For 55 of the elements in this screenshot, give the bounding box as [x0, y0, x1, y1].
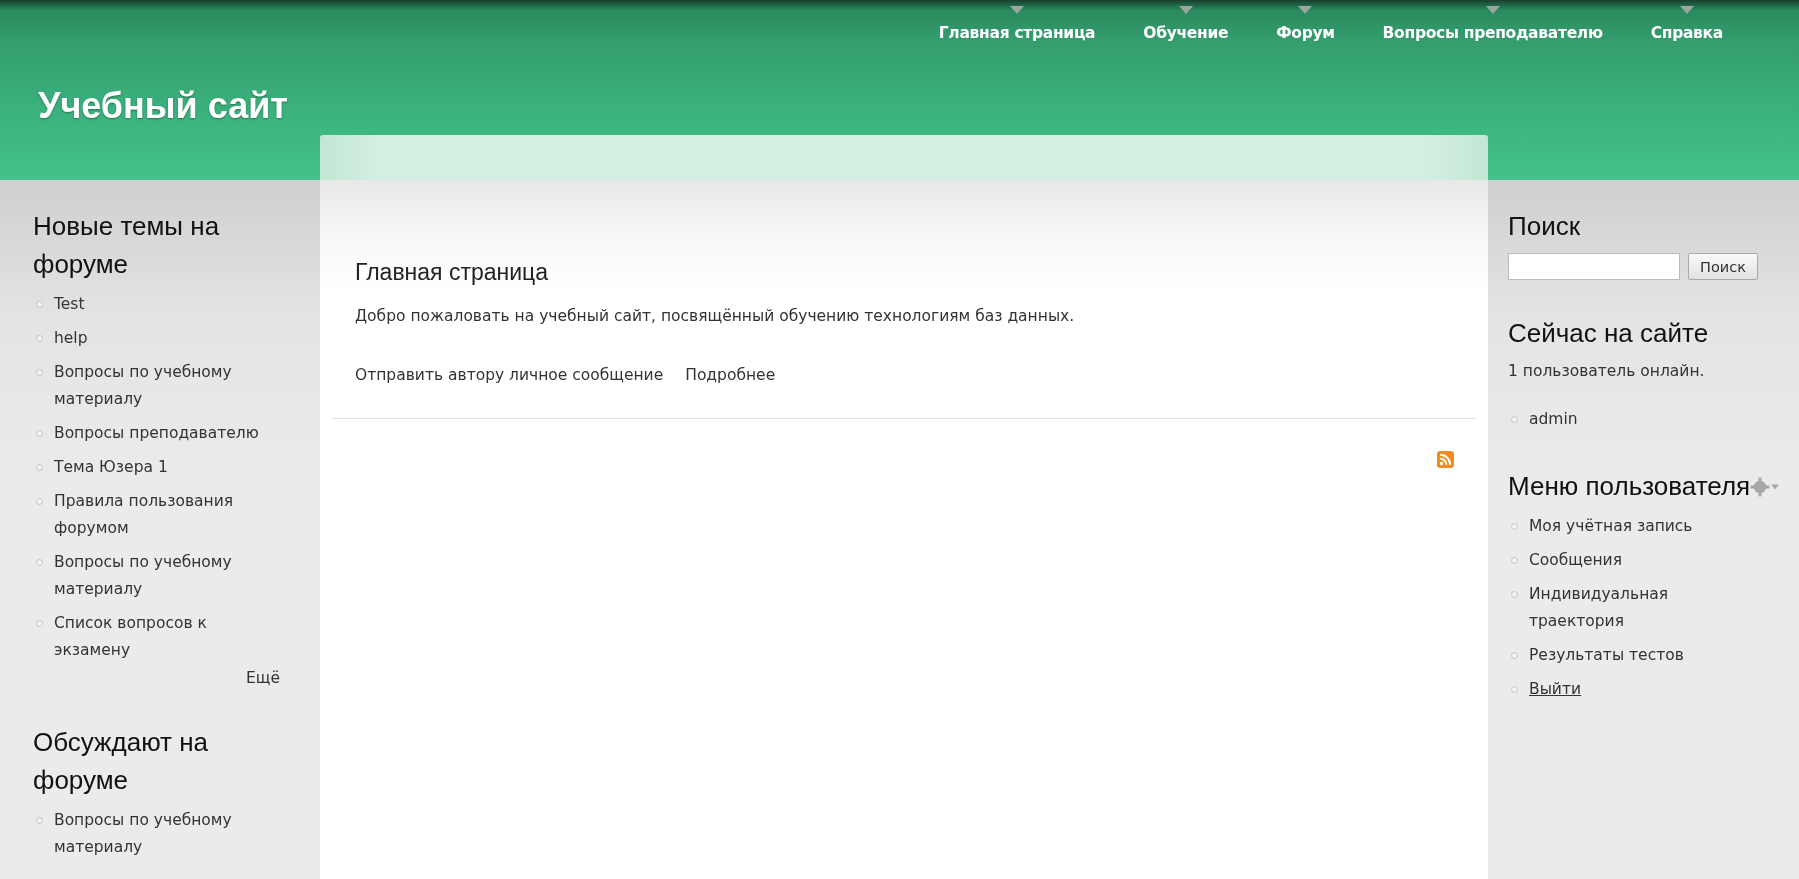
bullet-icon — [36, 559, 43, 566]
online-count: 1 пользователь онлайн. — [1508, 361, 1706, 382]
nav-link[interactable]: Вопросы преподавателю — [1358, 0, 1627, 62]
caret-icon — [1010, 6, 1025, 14]
bullet-icon — [36, 301, 43, 308]
forum-topic-link[interactable]: Вопросы по учебному материалу — [54, 549, 279, 603]
bullet-icon — [1511, 591, 1518, 598]
bullet-icon — [36, 430, 43, 437]
more-link[interactable]: Ещё — [246, 669, 280, 687]
block-heading: Новые темы на форуме — [33, 210, 221, 281]
bullet-icon — [36, 498, 43, 505]
bullet-icon — [36, 369, 43, 376]
user-link[interactable]: admin — [1529, 406, 1765, 433]
bullet-icon — [1511, 686, 1518, 693]
block-heading: Сейчас на сайте — [1508, 317, 1709, 350]
node-link[interactable]: Подробнее — [685, 364, 776, 386]
forum-topic-link[interactable]: Вопросы преподавателю — [54, 420, 279, 447]
forum-topic-link[interactable]: Вопросы по учебному материалу — [54, 359, 279, 413]
bullet-icon — [1511, 652, 1518, 659]
block-heading: Меню пользователя — [1508, 470, 1751, 503]
welcome-text: Добро пожаловать на учебный сайт, посвящённый обучению технологиям баз данных. — [355, 306, 1076, 327]
page-heading: Главная страница — [355, 258, 550, 287]
caret-icon — [1485, 6, 1500, 14]
user-menu-link[interactable]: Выйти — [1529, 676, 1765, 703]
caret-icon — [1298, 6, 1313, 14]
caret-icon — [1178, 6, 1193, 14]
user-menu-link[interactable]: Индивидуальная траектория — [1529, 581, 1765, 635]
nav-link[interactable]: Обучение — [1119, 0, 1253, 62]
nav-link[interactable]: Главная страница — [914, 0, 1120, 62]
user-menu-link[interactable]: Результаты тестов — [1529, 642, 1765, 669]
caret-icon — [1679, 6, 1694, 14]
search-button[interactable]: Поиск — [1688, 253, 1758, 280]
forum-topic-link[interactable]: Вопросы по учебному материалу — [54, 807, 279, 861]
rss-icon[interactable] — [1437, 451, 1454, 468]
forum-topic-link[interactable]: Правила пользования форумом — [54, 488, 279, 542]
node-link[interactable]: Отправить автору личное сообщение — [355, 364, 664, 386]
user-menu-link[interactable]: Моя учётная запись — [1529, 513, 1765, 540]
bullet-icon — [36, 464, 43, 471]
nav-link[interactable]: Форум — [1252, 0, 1359, 62]
gear-icon[interactable] — [1750, 477, 1781, 497]
block-heading: Обсуждают на форуме — [33, 726, 210, 797]
nav-link[interactable]: Справка — [1626, 0, 1747, 62]
block-heading: Поиск — [1508, 210, 1581, 243]
bullet-icon — [36, 817, 43, 824]
forum-topic-link[interactable]: Список вопросов к экзамену — [54, 610, 279, 664]
bullet-icon — [1511, 416, 1518, 423]
bullet-icon — [1511, 523, 1518, 530]
search-field[interactable] — [1508, 253, 1680, 280]
user-menu-link[interactable]: Сообщения — [1529, 547, 1765, 574]
bullet-icon — [1511, 557, 1518, 564]
forum-topic-link[interactable]: help — [54, 325, 279, 352]
forum-topic-link[interactable]: Test — [54, 291, 279, 318]
bullet-icon — [36, 335, 43, 342]
forum-topic-link[interactable]: Тема Юзера 1 — [54, 454, 279, 481]
bullet-icon — [36, 620, 43, 627]
